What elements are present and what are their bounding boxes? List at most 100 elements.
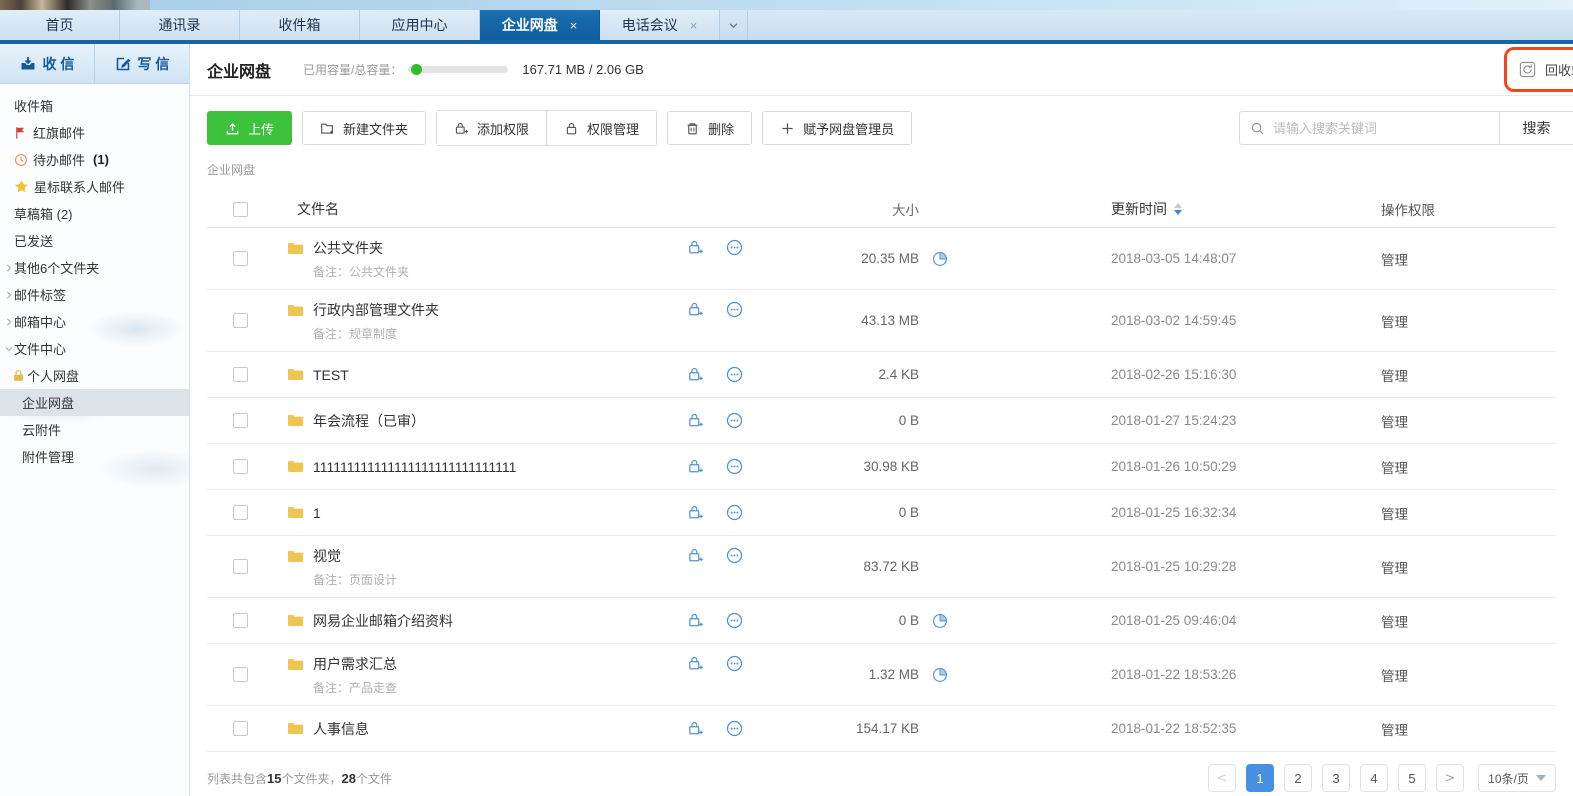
sidebar-item[interactable]: 个人网盘 [0, 362, 189, 389]
upload-button[interactable]: 上传 [207, 111, 292, 145]
select-all-checkbox[interactable] [233, 202, 248, 217]
more-actions-icon[interactable] [726, 239, 743, 256]
add-permission-icon[interactable] [687, 547, 704, 564]
file-name[interactable]: TEST [313, 367, 349, 383]
add-permission-icon[interactable] [687, 655, 704, 672]
permission-management-button[interactable]: 权限管理 [546, 111, 656, 145]
column-header-size[interactable]: 大小 [767, 199, 919, 219]
permission-label[interactable]: 管理 [1381, 311, 1556, 331]
add-permission-icon[interactable] [687, 504, 704, 521]
more-actions-icon[interactable] [726, 412, 743, 429]
page-button[interactable]: 4 [1360, 764, 1388, 792]
permission-label[interactable]: 管理 [1381, 611, 1556, 631]
add-permission-icon[interactable] [687, 458, 704, 475]
sidebar-item[interactable]: 文件中心 [0, 335, 189, 362]
file-name[interactable]: 视觉 [313, 546, 341, 566]
more-actions-icon[interactable] [726, 366, 743, 383]
row-checkbox[interactable] [233, 559, 248, 574]
sidebar-item[interactable]: 附件管理 [0, 443, 189, 470]
capacity-pie-icon[interactable] [932, 613, 948, 629]
breadcrumb[interactable]: 企业网盘 [207, 161, 1573, 177]
sidebar-item[interactable]: 收件箱 [0, 92, 189, 119]
compose-mail-button[interactable]: 写 信 [94, 44, 189, 83]
file-name[interactable]: 111111111111111111111111111111 [313, 459, 516, 475]
more-actions-icon[interactable] [726, 612, 743, 629]
more-actions-icon[interactable] [726, 720, 743, 737]
page-button[interactable]: 5 [1398, 764, 1426, 792]
grant-admin-button[interactable]: 赋予网盘管理员 [762, 111, 912, 145]
row-checkbox[interactable] [233, 459, 248, 474]
add-permission-icon[interactable] [687, 412, 704, 429]
next-page-button[interactable]: > [1436, 764, 1464, 792]
more-actions-icon[interactable] [726, 504, 743, 521]
new-folder-button[interactable]: 新建文件夹 [302, 111, 426, 145]
permission-label[interactable]: 管理 [1381, 457, 1556, 477]
tab[interactable]: 通讯录 [120, 10, 240, 40]
more-actions-icon[interactable] [726, 458, 743, 475]
sidebar-item[interactable]: 其他6个文件夹 [0, 254, 189, 281]
more-actions-icon[interactable] [726, 547, 743, 564]
sidebar-item[interactable]: 草稿箱 (2) [0, 200, 189, 227]
row-checkbox[interactable] [233, 413, 248, 428]
sidebar-item[interactable]: 云附件 [0, 416, 189, 443]
delete-button[interactable]: 删除 [667, 111, 752, 145]
tab[interactable]: 电话会议× [600, 10, 720, 40]
capacity-pie-icon[interactable] [932, 251, 948, 267]
table-row[interactable]: 行政内部管理文件夹 备注：规章制度 43.13 MB 2018-03-02 14… [207, 290, 1556, 352]
table-row[interactable]: 年会流程（已审） 0 B 2018-01-27 15:24:23 管理 [207, 398, 1556, 444]
page-size-select[interactable]: 10条/页 [1478, 764, 1556, 792]
more-actions-icon[interactable] [726, 655, 743, 672]
more-actions-icon[interactable] [726, 301, 743, 318]
sort-icon[interactable] [1174, 203, 1182, 215]
page-button[interactable]: 1 [1246, 764, 1274, 792]
file-name[interactable]: 用户需求汇总 [313, 654, 397, 674]
table-row[interactable]: 1 0 B 2018-01-25 16:32:34 管理 [207, 490, 1556, 536]
add-permission-icon[interactable] [687, 301, 704, 318]
row-checkbox[interactable] [233, 721, 248, 736]
sidebar-item[interactable]: 红旗邮件 [0, 119, 189, 146]
column-header-name[interactable]: 文件名 [263, 199, 687, 219]
permission-label[interactable]: 管理 [1381, 365, 1556, 385]
permission-label[interactable]: 管理 [1381, 411, 1556, 431]
file-name[interactable]: 年会流程（已审） [313, 411, 425, 431]
page-button[interactable]: 2 [1284, 764, 1312, 792]
table-row[interactable]: 视觉 备注：页面设计 83.72 KB 2018-01-25 10:29:28 … [207, 536, 1556, 598]
row-checkbox[interactable] [233, 613, 248, 628]
add-permission-icon[interactable] [687, 720, 704, 737]
sidebar-item[interactable]: 待办邮件(1) [0, 146, 189, 173]
table-row[interactable]: 网易企业邮箱介绍资料 0 B 2018-01-25 09:46:04 管理 [207, 598, 1556, 644]
file-name[interactable]: 行政内部管理文件夹 [313, 300, 439, 320]
add-permission-icon[interactable] [687, 612, 704, 629]
file-name[interactable]: 人事信息 [313, 719, 369, 739]
search-input[interactable] [1273, 121, 1499, 136]
add-permission-button[interactable]: 添加权限 [437, 111, 546, 145]
row-checkbox[interactable] [233, 667, 248, 682]
capacity-pie-icon[interactable] [932, 667, 948, 683]
permission-label[interactable]: 管理 [1381, 557, 1556, 577]
file-name[interactable]: 网易企业邮箱介绍资料 [313, 611, 453, 631]
row-checkbox[interactable] [233, 505, 248, 520]
permission-label[interactable]: 管理 [1381, 719, 1556, 739]
page-button[interactable]: 3 [1322, 764, 1350, 792]
recycle-bin-button[interactable]: 回收站 [1519, 60, 1573, 79]
table-row[interactable]: 用户需求汇总 备注：产品走查 1.32 MB 2018-01-22 18:53:… [207, 644, 1556, 706]
column-header-updated[interactable]: 更新时间 [961, 199, 1381, 219]
tab[interactable]: 企业网盘× [480, 10, 600, 40]
tab[interactable]: 首页 [0, 10, 120, 40]
search-button[interactable]: 搜索 [1499, 112, 1573, 144]
sidebar-item[interactable]: 邮件标签 [0, 281, 189, 308]
receive-mail-button[interactable]: 收 信 [0, 44, 94, 83]
file-name[interactable]: 公共文件夹 [313, 238, 383, 258]
prev-page-button[interactable]: < [1208, 764, 1236, 792]
tab-more-button[interactable] [720, 10, 748, 40]
table-row[interactable]: 111111111111111111111111111111 30.98 KB … [207, 444, 1556, 490]
table-row[interactable]: 公共文件夹 备注：公共文件夹 20.35 MB 2018-03-05 14:48… [207, 228, 1556, 290]
tab[interactable]: 应用中心 [360, 10, 480, 40]
tab-close-icon[interactable]: × [690, 19, 698, 32]
permission-label[interactable]: 管理 [1381, 665, 1556, 685]
sidebar-item[interactable]: 已发送 [0, 227, 189, 254]
tab[interactable]: 收件箱 [240, 10, 360, 40]
sidebar-item[interactable]: 企业网盘 [0, 389, 189, 416]
add-permission-icon[interactable] [687, 239, 704, 256]
row-checkbox[interactable] [233, 251, 248, 266]
